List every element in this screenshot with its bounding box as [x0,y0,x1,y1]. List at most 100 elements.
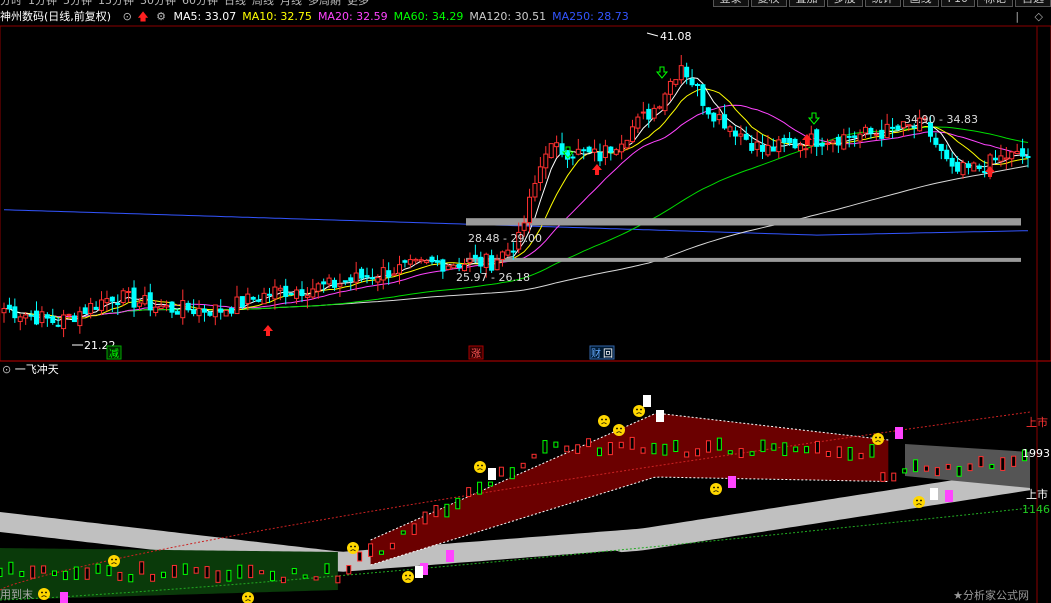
candle-body [283,285,289,297]
indicator-candle [215,570,221,583]
indicator-candle [607,442,613,456]
candle-body [971,162,977,172]
candle-body [960,162,966,176]
face-circle [633,405,645,417]
candle-body [727,126,733,132]
signal-block [415,566,423,578]
candle-body [494,259,500,271]
candle-body [39,311,45,324]
face-eye [616,427,618,430]
indicator-candle [477,481,483,495]
face-eye [45,591,47,594]
indicator-candle [804,446,810,454]
chart-canvas[interactable]: 41.0821.2234.90 - 34.8328.48 - 29.0025.9… [0,0,1051,603]
candle-body [310,288,316,298]
indicator-candle [117,571,123,581]
candle-body [266,293,272,296]
face-eye [601,418,603,421]
indicator-candle [705,440,711,453]
indicator-candle [237,564,243,579]
indicator-candle [400,530,406,535]
indicator-candle [269,570,275,582]
candle-body [868,127,874,134]
indicator-candle [1011,455,1017,467]
face-icon [872,433,884,445]
face-eye [879,436,881,439]
candle-body [158,305,164,309]
indicator-candle [782,442,788,457]
right-label-1993: 1993 [1022,447,1050,460]
candle-body [180,300,186,319]
indicator-candle [575,444,581,454]
indicator-candle [455,497,461,510]
face-icon [108,555,120,567]
green-down-arrow-icon [655,66,669,79]
candle-body [825,142,831,145]
candle-body [434,260,440,263]
face-eye [481,464,483,467]
candle-body [911,126,917,129]
candle-body [629,126,635,143]
candle-body [218,308,224,313]
candle-body [976,165,982,169]
indicator-candle [749,451,755,456]
candle-body [852,135,858,138]
candle-body [315,283,321,292]
indicator-candle [411,523,417,535]
candle-body [527,196,533,224]
signal-block [643,395,651,407]
candle-body [884,123,890,139]
indicator-toggle-icon[interactable]: ⊙ [2,363,11,376]
indicator-candle [629,436,635,450]
face-circle [242,592,254,603]
candle-body [483,253,489,268]
indicator-candle [84,567,90,580]
candle-body [938,143,944,152]
indicator-candle [967,463,973,472]
indicator-candle [586,438,592,448]
indicator-candle [978,456,984,468]
face-eye [115,558,117,561]
face-eye [405,574,407,577]
candle-body [191,309,197,315]
red-up-arrow-icon [985,166,995,177]
indicator-name[interactable]: 一飞冲天 [15,363,59,376]
candle-body [890,126,896,129]
candle-body [776,139,782,153]
zone-label-upper: 28.48 - 29.00 [468,232,542,245]
indicator-candle [378,550,384,555]
candle-body [862,126,868,134]
candle-body [667,80,673,95]
red-up-arrow-icon [592,164,602,175]
candle-body [472,254,478,259]
indicator-candle [248,564,254,579]
signal-block [656,410,664,422]
candle-body [131,287,137,308]
face-icon [242,592,254,603]
indicator-candle [302,574,308,579]
face-circle [402,571,414,583]
candle-body [66,313,72,316]
candle-body [602,145,608,158]
candle-body [17,316,23,322]
candle-body [1,307,7,314]
face-circle [347,542,359,554]
indicator-candle [760,439,766,453]
candle-body [814,129,820,147]
indicator-candle [902,468,908,474]
indicator-candle [139,561,145,575]
candle-body [949,157,955,167]
candle-body [386,270,392,278]
candle-body [689,78,695,86]
candle-body [201,308,207,313]
candle-body [846,135,852,138]
face-eye [409,574,411,577]
candle-body [792,138,798,149]
green-down-arrow-icon [807,112,821,125]
face-eye [41,591,43,594]
face-icon [913,496,925,508]
candle-body [695,84,701,87]
indicator-candle [30,565,36,579]
candle-body [754,141,760,150]
indicator-candle [204,566,210,579]
